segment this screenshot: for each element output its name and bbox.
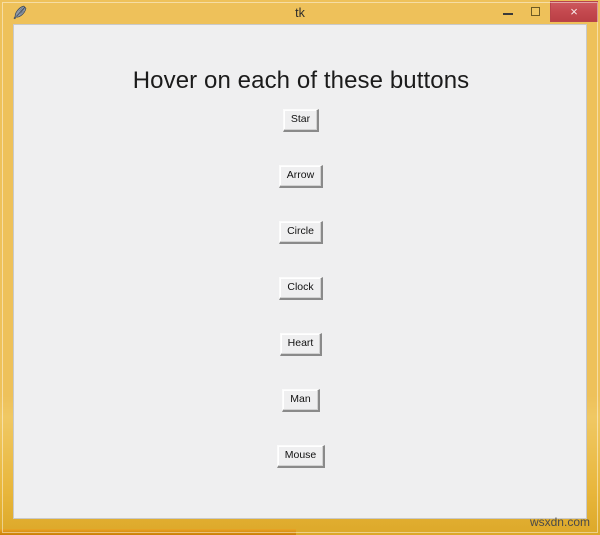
minimize-button[interactable] xyxy=(494,2,522,22)
button-arrow[interactable]: Arrow xyxy=(278,165,324,188)
title-bar[interactable]: tk × xyxy=(0,0,600,26)
taskbar-sliver xyxy=(0,529,296,535)
close-icon: × xyxy=(570,4,578,19)
application-window: tk × Hover on each of these buttons Star… xyxy=(0,0,600,535)
window-controls: × xyxy=(494,0,600,26)
minimize-icon xyxy=(503,13,513,15)
maximize-button[interactable] xyxy=(522,2,550,22)
buttons-column: Star Arrow Circle Clock Heart Man Mouse xyxy=(14,109,586,468)
maximize-icon xyxy=(531,7,540,16)
close-button[interactable]: × xyxy=(550,1,598,22)
page-title: Hover on each of these buttons xyxy=(132,67,470,94)
button-clock[interactable]: Clock xyxy=(279,277,323,300)
button-circle[interactable]: Circle xyxy=(279,221,323,244)
watermark: wsxdn.com xyxy=(529,515,590,529)
button-mouse[interactable]: Mouse xyxy=(276,445,326,468)
client-area: Hover on each of these buttons Star Arro… xyxy=(13,24,587,519)
button-man[interactable]: Man xyxy=(282,389,320,412)
button-star[interactable]: Star xyxy=(282,109,320,132)
button-heart[interactable]: Heart xyxy=(279,333,323,356)
